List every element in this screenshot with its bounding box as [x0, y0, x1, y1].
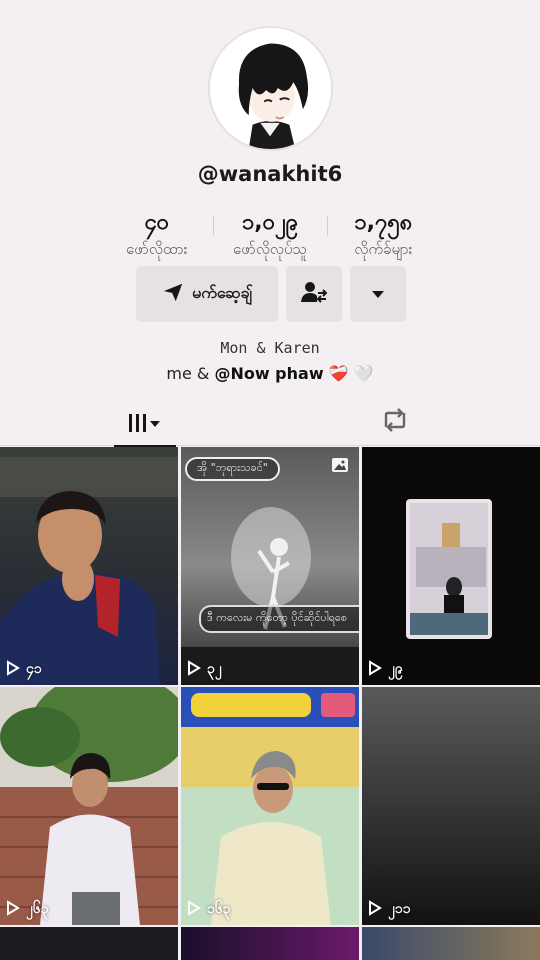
profile-actions: မက်ဆေ့ချ်	[136, 266, 406, 322]
grid-icon	[127, 412, 163, 438]
more-options-button[interactable]	[350, 266, 406, 322]
video-thumbnail[interactable]	[0, 927, 178, 960]
overlay-tag: အို "ဘုရားသခင်"	[185, 457, 280, 481]
video-grid: ၄၁ အို "ဘုရားသခင်" ဒီ ကလေးမ ကိုတော့ ပိုင…	[0, 447, 540, 960]
bio-mention-link[interactable]: @Now phaw	[214, 364, 323, 383]
view-count-text: ၄၁	[26, 661, 42, 677]
stat-following[interactable]: ၄၀ ဖော်လိုထား	[100, 208, 213, 268]
tab-reposts[interactable]	[372, 404, 418, 440]
video-thumbnail[interactable]: ၂၉	[362, 447, 540, 685]
view-count: ၃၂	[187, 659, 222, 680]
send-icon	[162, 281, 184, 307]
view-count: ၂၉	[368, 659, 403, 680]
view-count-text: ၂၉	[388, 661, 403, 677]
stat-likes[interactable]: ၁,၇၅၈ လိုက်ခ်များ	[326, 208, 440, 268]
bio-prefix: me &	[166, 364, 215, 383]
view-count-text: ၂၁၁	[388, 901, 411, 917]
view-count-text: ၂၆၃	[26, 901, 49, 917]
view-count: ၂၆၃	[6, 899, 49, 920]
play-icon	[368, 899, 382, 920]
profile-tabs	[0, 400, 540, 447]
add-friend-button[interactable]	[286, 266, 342, 322]
photo-icon	[331, 457, 349, 477]
play-icon	[6, 659, 20, 680]
video-thumbnail[interactable]: ၄၁	[0, 447, 178, 685]
stat-following-label: ဖော်လိုထား	[125, 240, 188, 258]
message-button[interactable]: မက်ဆေ့ချ်	[136, 266, 278, 322]
view-count-text: ၃၂	[207, 661, 222, 677]
overlay-caption: ဒီ ကလေးမ ကိုတော့ ပိုင်ဆိုင်ပါရစေ	[199, 605, 359, 633]
video-thumbnail[interactable]: ၁၆၃	[181, 687, 359, 925]
bio-line-2: me & @Now phaw ❤️‍🩹 🤍	[0, 364, 540, 383]
bio-line-1: Mon & Karen	[220, 339, 320, 357]
view-count: ၄၁	[6, 659, 42, 680]
caret-down-icon	[371, 285, 385, 304]
profile-avatar[interactable]	[208, 26, 333, 151]
play-icon	[187, 659, 201, 680]
stat-following-value: ၄၀	[144, 210, 170, 235]
video-thumbnail[interactable]: ၂၁၁	[362, 687, 540, 925]
view-count: ၂၁၁	[368, 899, 411, 920]
profile-stats: ၄၀ ဖော်လိုထား ၁,၀၂၉ ဖော်လိုလုပ်သူ ၁,၇၅၈ …	[100, 208, 440, 268]
stat-followers-label: ဖော်လိုလုပ်သူ	[232, 240, 308, 258]
video-thumbnail[interactable]: အို "ဘုရားသခင်" ဒီ ကလေးမ ကိုတော့ ပိုင်ဆိ…	[181, 447, 359, 685]
play-icon	[187, 899, 201, 920]
stat-followers[interactable]: ၁,၀၂၉ ဖော်လိုလုပ်သူ	[213, 208, 326, 268]
play-icon	[368, 659, 382, 680]
user-swap-icon	[301, 280, 328, 308]
tab-videos[interactable]	[114, 404, 176, 447]
stat-likes-value: ၁,၇၅၈	[354, 210, 413, 235]
stat-followers-value: ၁,၀၂၉	[241, 210, 299, 235]
view-count: ၁၆၃	[187, 899, 231, 920]
video-thumbnail[interactable]	[362, 927, 540, 960]
view-count-text: ၁၆၃	[207, 901, 231, 917]
video-thumbnail[interactable]	[181, 927, 359, 960]
bio-emoji: ❤️‍🩹 🤍	[328, 364, 374, 383]
play-icon	[6, 899, 20, 920]
repost-icon	[380, 407, 410, 437]
message-button-label: မက်ဆေ့ချ်	[192, 283, 252, 302]
stat-likes-label: လိုက်ခ်များ	[354, 240, 413, 258]
profile-username: @wanakhit6	[197, 162, 343, 186]
video-thumbnail[interactable]: ၂၆၃	[0, 687, 178, 925]
